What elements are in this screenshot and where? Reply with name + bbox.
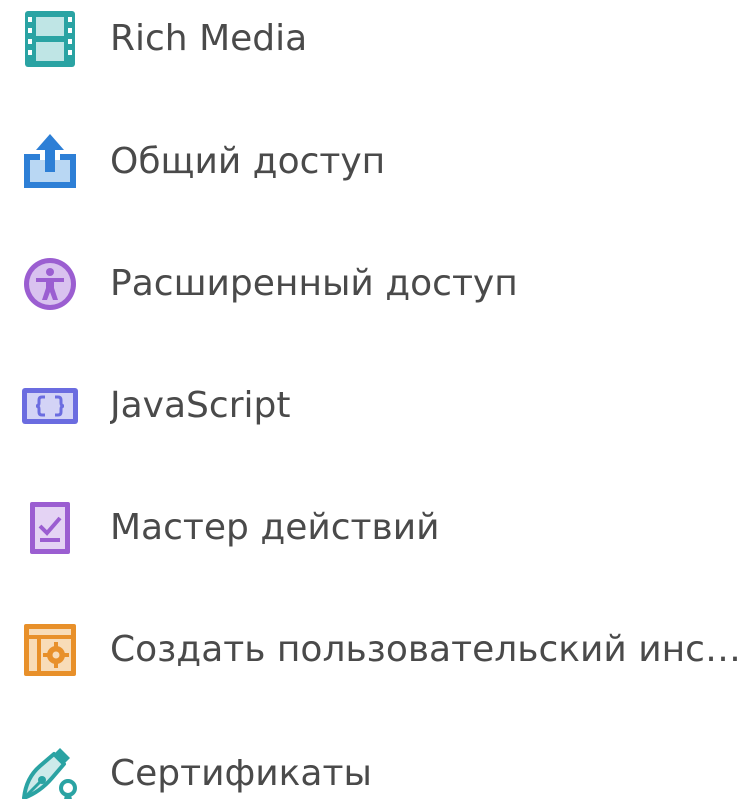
tool-item-share[interactable]: Общий доступ: [0, 117, 753, 207]
accessibility-icon: [18, 252, 82, 316]
tool-label-action-wizard: Мастер действий: [110, 507, 440, 548]
tool-label-create-custom-tool: Создать пользовательский инст...: [110, 629, 748, 670]
tool-label-certificates: Сертификаты: [110, 753, 372, 794]
tool-label-accessibility: Расширенный доступ: [110, 263, 518, 304]
tool-item-rich-media[interactable]: Rich Media: [0, 0, 753, 84]
tool-item-accessibility[interactable]: Расширенный доступ: [0, 239, 753, 329]
action-wizard-icon: [18, 496, 82, 560]
tool-item-create-custom-tool[interactable]: Создать пользовательский инст...: [0, 605, 753, 695]
share-upload-icon: [18, 130, 82, 194]
tool-item-action-wizard[interactable]: Мастер действий: [0, 483, 753, 573]
certificate-pen-icon: [18, 742, 82, 799]
tool-label-rich-media: Rich Media: [110, 18, 308, 59]
tool-item-certificates[interactable]: Сертификаты: [0, 729, 753, 799]
tool-label-share: Общий доступ: [110, 141, 386, 182]
tool-item-javascript[interactable]: JavaScript: [0, 361, 753, 451]
custom-tool-gear-icon: [18, 618, 82, 682]
film-strip-icon: [18, 7, 82, 71]
code-braces-icon: [18, 374, 82, 438]
tools-list: Rich Media Общий доступ Расширенный дост…: [0, 0, 753, 799]
tool-label-javascript: JavaScript: [110, 385, 291, 426]
